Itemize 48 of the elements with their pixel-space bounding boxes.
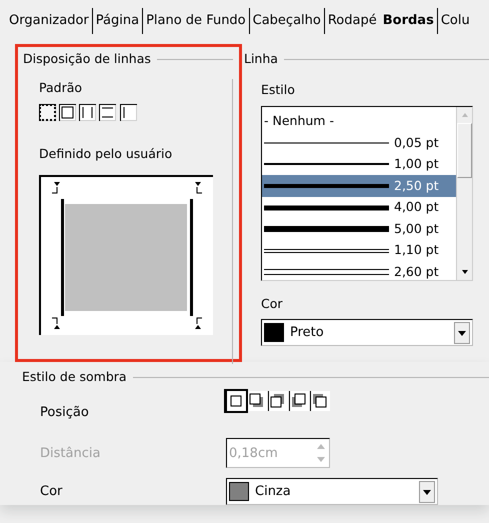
field-label: Cor [39,483,64,501]
border-preset-icon [79,104,96,120]
field-label: Estilo [261,80,296,99]
field-label: Definido pelo usuário [39,144,174,163]
border-preview[interactable] [39,175,213,336]
tab[interactable]: Bordas [380,8,437,34]
border-preset-button[interactable] [120,104,136,120]
field-label: Posição [39,404,90,422]
section-title: Linha [244,50,278,68]
field-label: Distância [39,444,102,462]
list-item[interactable]: 1,00 pt [262,154,456,176]
list-item[interactable]: 1,10 pt [262,240,456,262]
border-preset-icon [39,104,56,120]
list-item[interactable]: 5,00 pt [262,218,456,240]
section-title: Estilo de sombra [22,368,127,386]
border-preset-icon [59,104,76,120]
field-label: Padrão [39,78,84,97]
dropdown-arrow-icon[interactable] [457,328,467,337]
list-item[interactable]: 0,05 pt [262,132,456,154]
shadow-position-button[interactable] [289,390,309,411]
list-item[interactable]: 4,00 pt [262,196,456,218]
shadow-position-button[interactable] [247,390,267,411]
tab[interactable]: Cabeçalho [248,8,324,34]
color-dropdown[interactable]: Cinza [226,478,438,506]
border-preset-icon [120,104,136,120]
shadow-position-button[interactable] [268,390,288,411]
tab[interactable]: Organizador [6,8,92,34]
scroll-thumb[interactable] [457,122,472,178]
field-label: Cor [261,294,284,312]
tab[interactable]: Plano de Fundo [142,8,249,34]
dropdown-arrow-icon[interactable] [422,488,432,496]
color-dropdown[interactable]: Preto [261,319,473,346]
list-item[interactable]: - Nenhum - [262,110,456,132]
tab[interactable]: Colu [436,8,473,34]
border-preset-button[interactable] [59,104,76,120]
line-style-list[interactable]: - Nenhum - 0,05 pt 1,00 pt 2,50 pt 4,00 pt 5,00 pt 1,10 pt 2,60 pt [261,106,473,280]
border-preset-button[interactable] [99,104,116,120]
border-preset-icon [99,104,116,120]
tab[interactable]: Rodapé [324,8,380,34]
section-title: Disposição de linhas [23,50,151,68]
scrollbar[interactable] [456,106,472,280]
list-item[interactable]: 2,50 pt [262,175,456,197]
tab[interactable]: Página [92,8,142,34]
border-preset-button[interactable] [39,104,56,120]
shadow-position-button[interactable] [226,390,246,411]
shadow-position-button[interactable] [310,390,330,411]
list-item[interactable]: 2,60 pt [262,262,456,280]
border-preset-button[interactable] [79,104,96,120]
